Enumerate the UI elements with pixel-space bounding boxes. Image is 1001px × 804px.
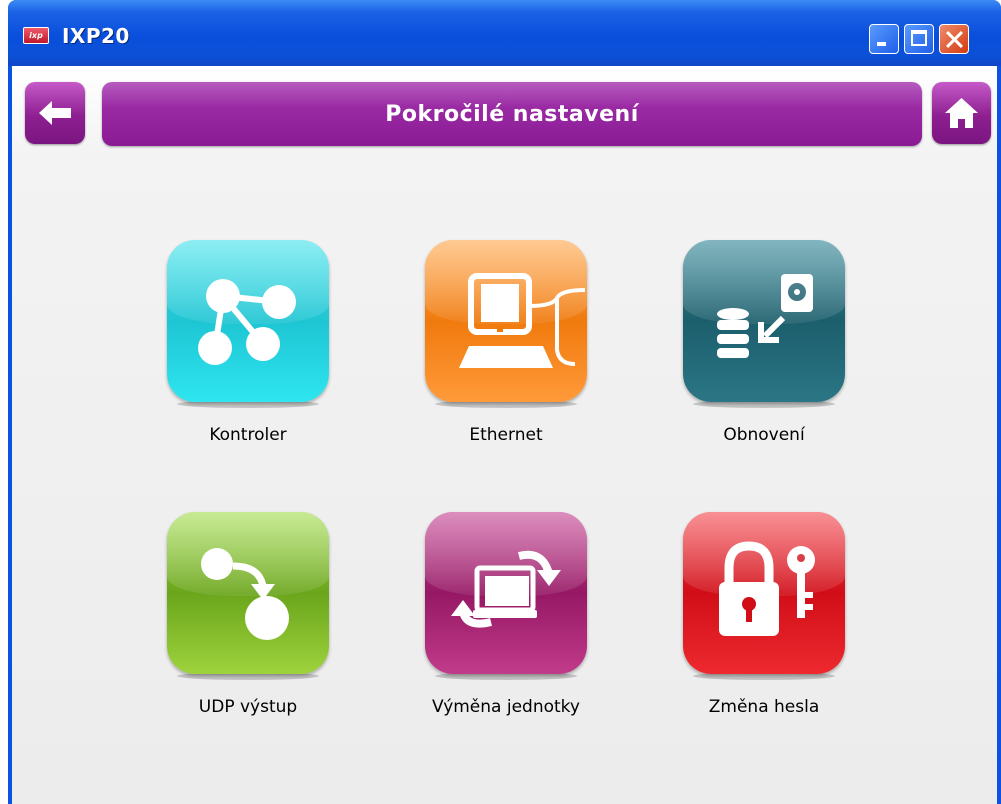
lock-key-icon [719, 541, 815, 636]
minimize-button[interactable] [869, 24, 899, 54]
app-window: ixp IXP20 Pokročilé nastavení Kontroler … [8, 0, 1001, 804]
tile-ethernet-button[interactable] [425, 240, 587, 402]
device-swap-icon [451, 550, 561, 628]
tile-obnoveni-button[interactable] [683, 240, 845, 402]
tile-udp-vystup-button[interactable] [167, 512, 329, 674]
tile-label: Ethernet [469, 425, 543, 445]
window-title: IXP20 [62, 24, 130, 48]
tile-label: UDP výstup [198, 697, 298, 717]
home-icon [945, 98, 978, 128]
home-button[interactable] [932, 82, 991, 144]
back-button[interactable] [25, 82, 85, 144]
maximize-button[interactable] [904, 24, 934, 54]
database-restore-icon [717, 274, 813, 358]
tile-zmena-hesla-button[interactable] [683, 512, 845, 674]
title-bar[interactable]: ixp IXP20 [8, 0, 1001, 66]
close-button[interactable] [939, 24, 969, 54]
arrow-left-icon [39, 101, 71, 125]
tile-label: Obnovení [723, 425, 805, 445]
tile-kontroler-button[interactable] [167, 240, 329, 402]
page-title: Pokročilé nastavení [385, 102, 639, 127]
udp-output-icon [201, 548, 289, 640]
main-content: Pokročilé nastavení Kontroler Ethernet O… [12, 66, 997, 804]
tile-vymena-jednotky-button[interactable] [425, 512, 587, 674]
page-header: Pokročilé nastavení [102, 82, 922, 146]
tile-label: Změna hesla [708, 697, 820, 717]
tile-label: Výměna jednotky [432, 697, 580, 717]
computer-icon [459, 273, 586, 368]
network-nodes-icon [198, 279, 296, 365]
app-icon: ixp [23, 27, 49, 44]
tile-label: Kontroler [209, 425, 287, 445]
